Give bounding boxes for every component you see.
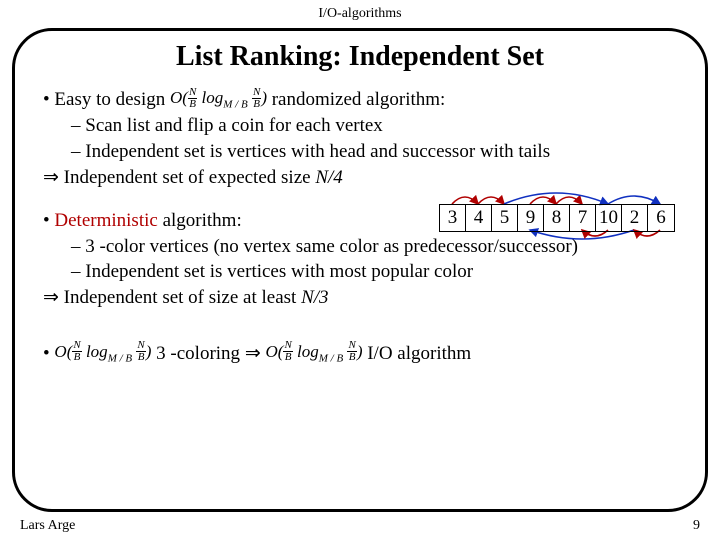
implies-n4: ⇒ Independent set of expected size N/4 [43, 165, 683, 191]
text: I/O algorithm [362, 343, 471, 364]
implies-icon: ⇒ [43, 167, 59, 188]
text: Easy to design [54, 89, 170, 110]
slide-body: • Easy to design O(NB logM / B NB) rando… [37, 87, 683, 367]
n-over-3: N/3 [301, 287, 328, 308]
cell: 5 [492, 205, 518, 231]
text: Independent set of expected size [64, 167, 316, 188]
cell: 2 [622, 205, 648, 231]
complexity-formula-3: O(NB logM / B NB) [265, 341, 362, 366]
footer-page-number: 9 [693, 518, 700, 534]
implies-icon: ⇒ [43, 287, 59, 308]
complexity-formula-2: O(NB logM / B NB) [54, 341, 151, 366]
bullet-randomized: • Easy to design O(NB logM / B NB) rando… [43, 87, 683, 113]
sub-scan-flip: – Scan list and flip a coin for each ver… [71, 113, 683, 139]
cell: 8 [544, 205, 570, 231]
text: Independent set of size at least [64, 287, 301, 308]
sub-3color: – 3 -color vertices (no vertex same colo… [71, 234, 683, 260]
cell: 7 [570, 205, 596, 231]
slide-title: List Ranking: Independent Set [37, 41, 683, 73]
list-diagram: 3 4 5 9 8 7 10 2 6 [439, 204, 675, 232]
cell: 6 [648, 205, 674, 231]
implies-n3: ⇒ Independent set of size at least N/3 [43, 285, 683, 311]
text: algorithm: [158, 210, 242, 231]
text: 3 -coloring [151, 343, 244, 364]
bullet-io-algorithm: • O(NB logM / B NB) 3 -coloring ⇒ O(NB l… [43, 341, 683, 367]
sub-popular-color: – Independent set is vertices with most … [71, 259, 683, 285]
sub-head-tails: – Independent set is vertices with head … [71, 139, 683, 165]
cell: 9 [518, 205, 544, 231]
cell: 3 [440, 205, 466, 231]
text: randomized algorithm: [267, 89, 445, 110]
n-over-4: N/4 [315, 167, 342, 188]
cell-row: 3 4 5 9 8 7 10 2 6 [439, 204, 675, 232]
cell: 10 [596, 205, 622, 231]
header-label: I/O-algorithms [0, 0, 720, 22]
implies-icon: ⇒ [245, 343, 261, 364]
slide-frame: List Ranking: Independent Set • Easy to … [12, 28, 708, 512]
complexity-formula-1: O(NB logM / B NB) [170, 87, 267, 112]
cell: 4 [466, 205, 492, 231]
deterministic-label: Deterministic [54, 210, 157, 231]
footer-author: Lars Arge [20, 518, 75, 534]
